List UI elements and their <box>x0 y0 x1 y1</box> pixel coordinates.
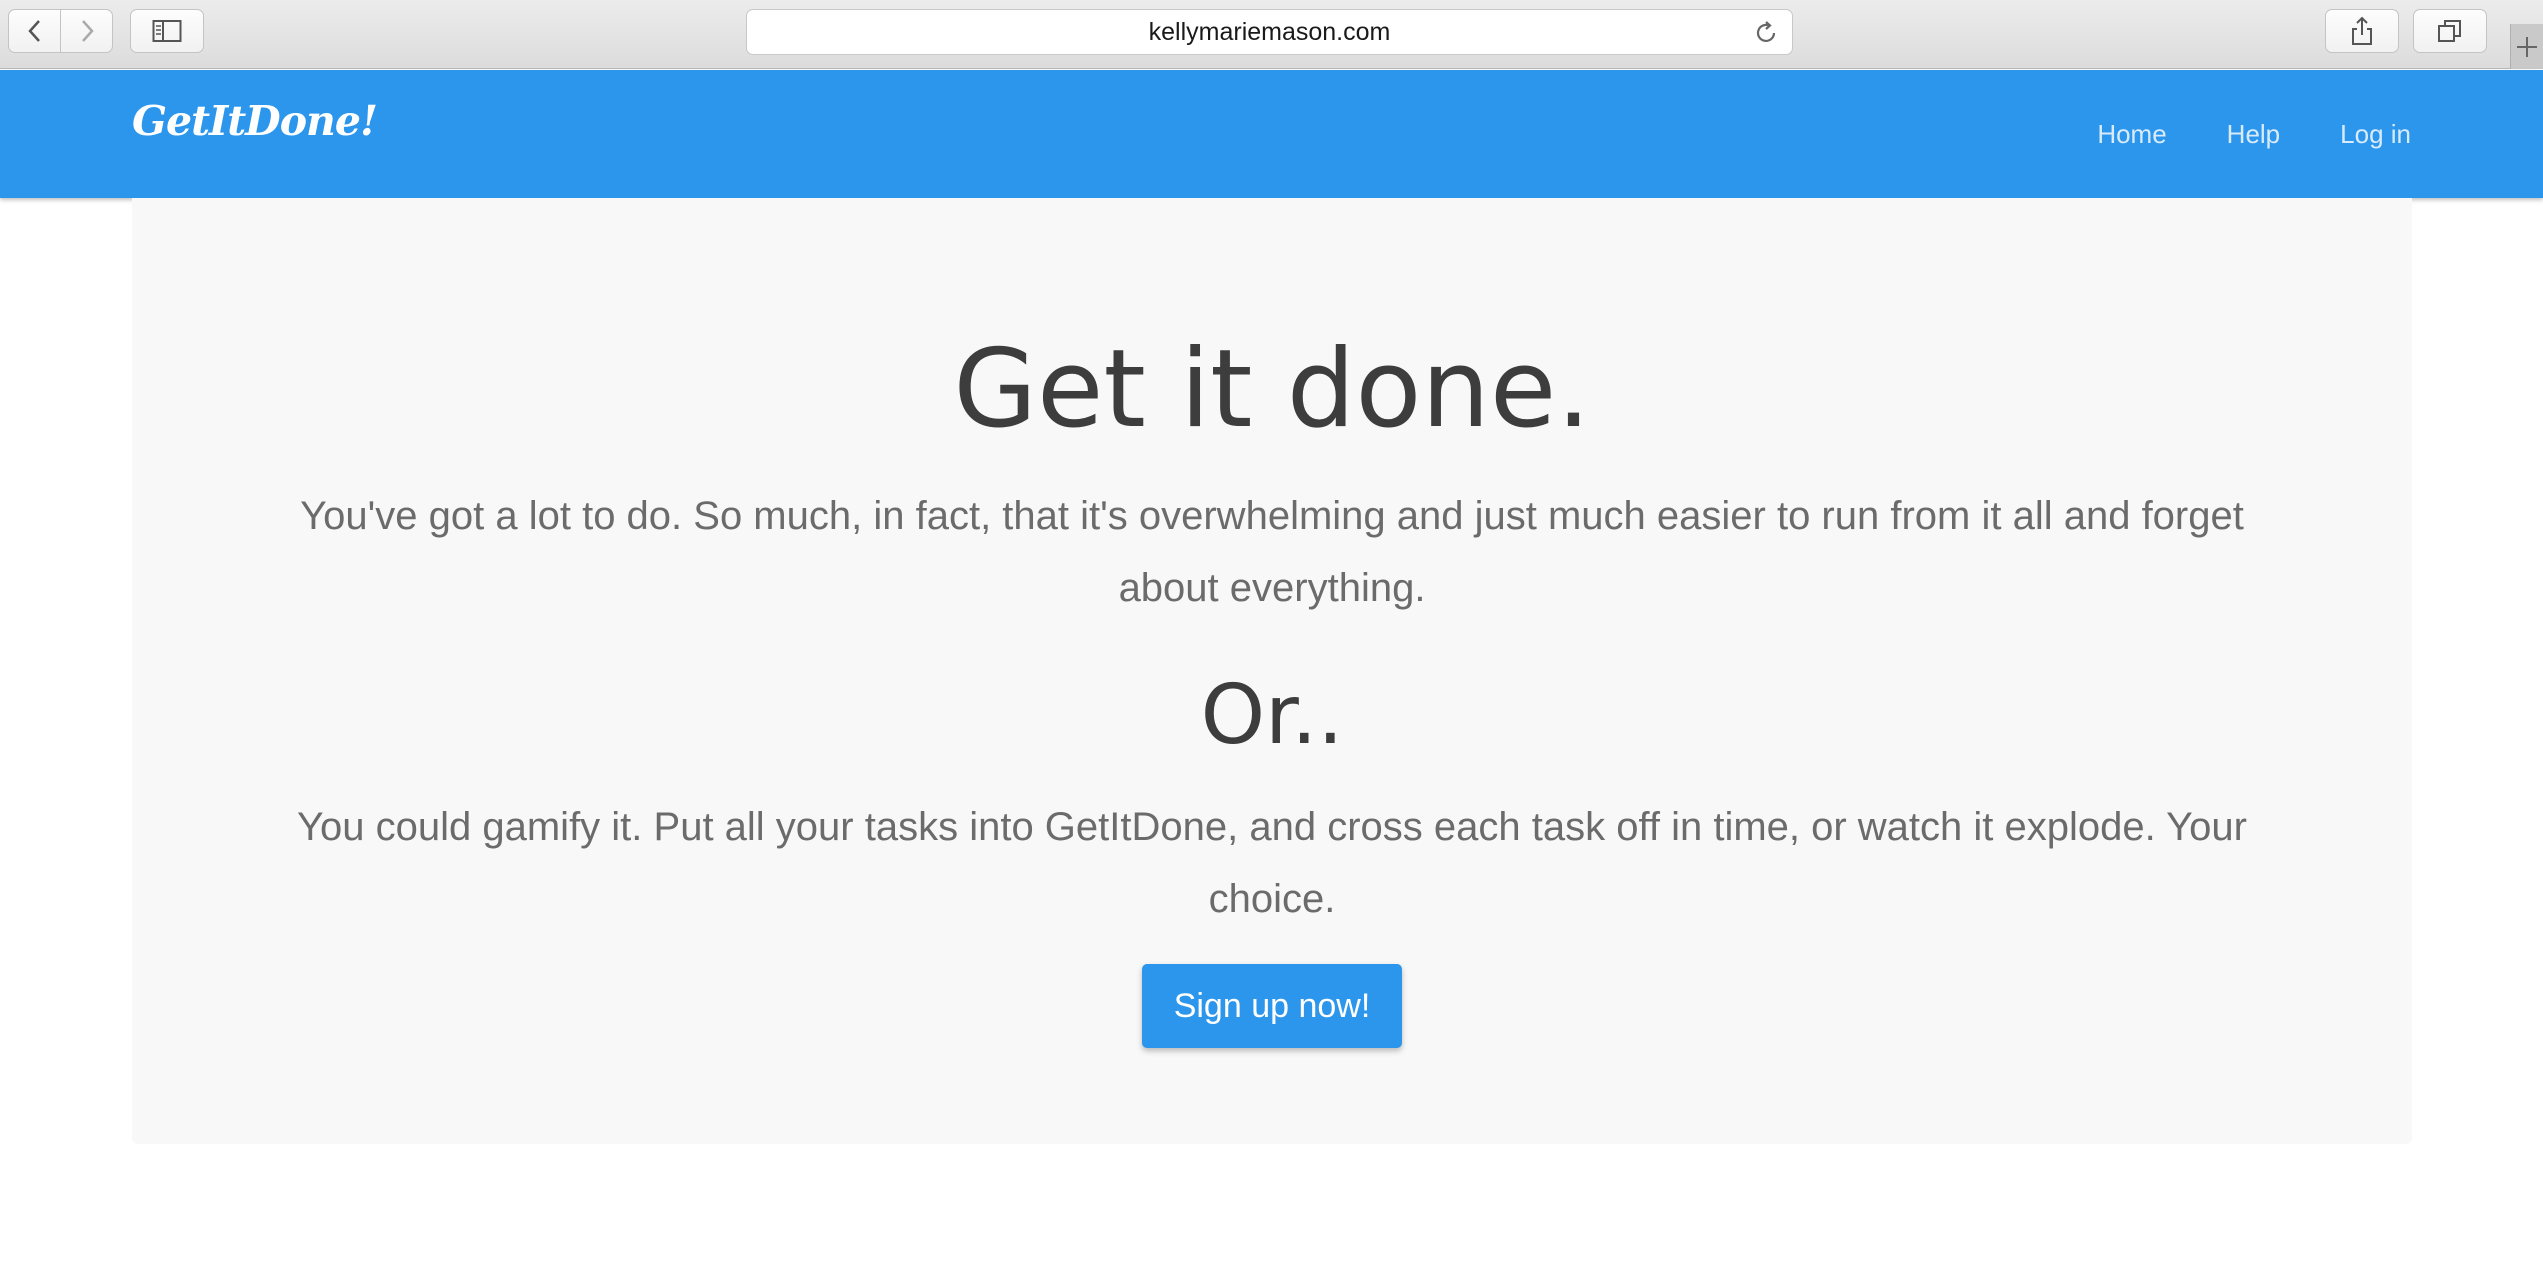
address-bar[interactable]: kellymariemason.com <box>746 9 1793 55</box>
sidebar-icon <box>152 20 182 42</box>
tabs-overview-icon <box>2438 20 2461 42</box>
hero-lead-text: You've got a lot to do. So much, in fact… <box>300 494 2244 610</box>
brand-logo[interactable]: GetItDone! <box>132 97 378 145</box>
nav-link-login[interactable]: Log in <box>2340 119 2411 150</box>
reload-icon[interactable] <box>1752 19 1780 47</box>
nav-link-home[interactable]: Home <box>2097 119 2166 150</box>
hero-subhead: Or.. <box>1200 668 1344 763</box>
tabs-overview-button[interactable] <box>2413 9 2487 53</box>
new-tab-button[interactable] <box>2510 24 2543 69</box>
plus-icon <box>2517 36 2537 57</box>
back-button[interactable] <box>8 9 61 53</box>
chevron-right-icon <box>81 20 94 42</box>
hero-headline: Get it done. <box>953 327 1591 452</box>
site-navbar: GetItDone! Home Help Log in <box>0 70 2543 198</box>
forward-button[interactable] <box>60 9 113 53</box>
sidebar-button[interactable] <box>130 9 204 53</box>
share-button[interactable] <box>2325 9 2399 53</box>
hero-secondary-text: You could gamify it. Put all your tasks … <box>297 805 2247 921</box>
share-icon <box>2352 16 2372 45</box>
signup-button[interactable]: Sign up now! <box>1142 964 1402 1048</box>
nav-link-help[interactable]: Help <box>2227 119 2280 150</box>
url-text: kellymariemason.com <box>1148 17 1391 46</box>
hero-section: Get it done. You've got a lot to do. So … <box>132 198 2412 1144</box>
browser-toolbar: kellymariemason.com <box>0 0 2543 69</box>
chevron-left-icon <box>27 20 40 42</box>
nav-links: Home Help Log in <box>2097 70 2411 198</box>
